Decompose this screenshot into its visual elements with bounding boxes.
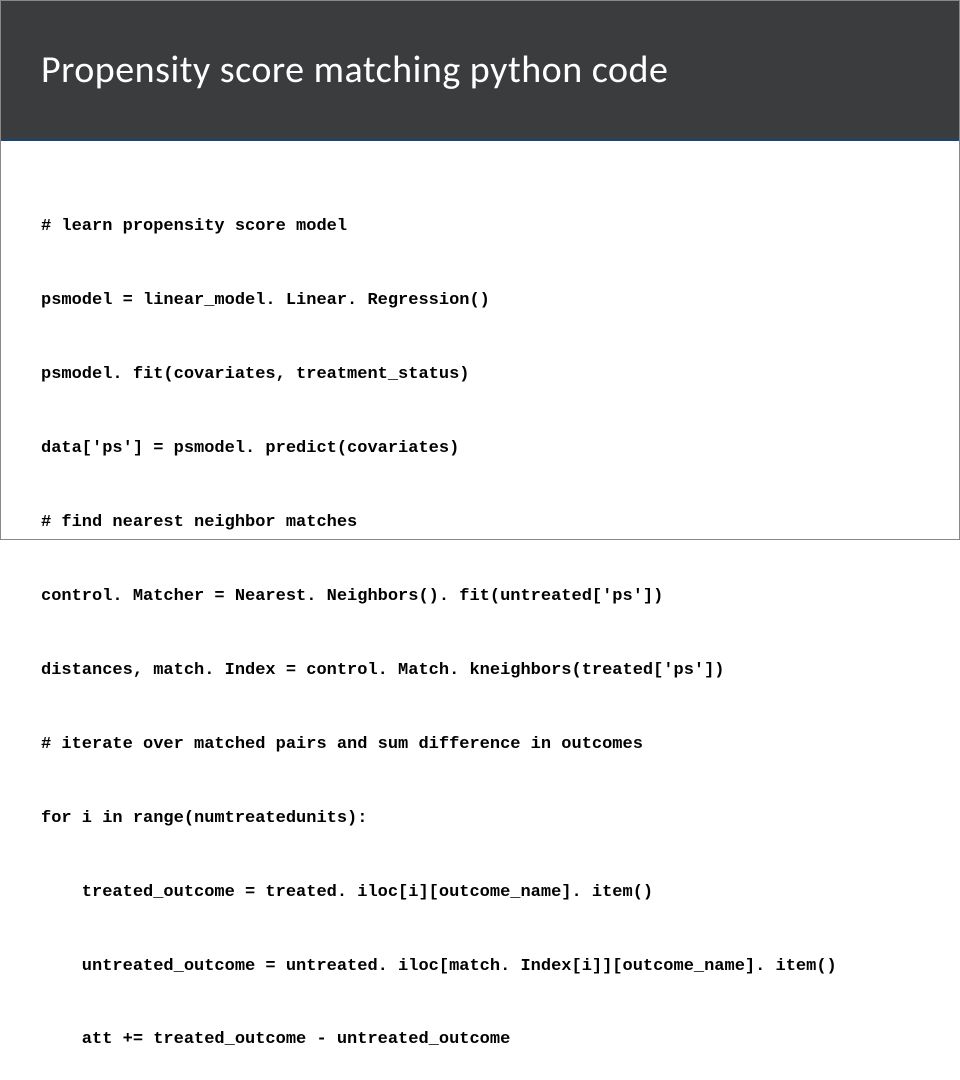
code-line: # learn propensity score model bbox=[41, 215, 919, 240]
slide-title: Propensity score matching python code bbox=[41, 47, 668, 93]
slide-content: # learn propensity score model psmodel =… bbox=[1, 141, 959, 1080]
code-line: untreated_outcome = untreated. iloc[matc… bbox=[41, 955, 919, 980]
code-line: control. Matcher = Nearest. Neighbors().… bbox=[41, 585, 919, 610]
code-line: psmodel = linear_model. Linear. Regressi… bbox=[41, 289, 919, 314]
code-line: treated_outcome = treated. iloc[i][outco… bbox=[41, 881, 919, 906]
code-line: distances, match. Index = control. Match… bbox=[41, 659, 919, 684]
code-line: psmodel. fit(covariates, treatment_statu… bbox=[41, 363, 919, 388]
code-line: for i in range(numtreatedunits): bbox=[41, 807, 919, 832]
code-line: # find nearest neighbor matches bbox=[41, 511, 919, 536]
code-line: att += treated_outcome - untreated_outco… bbox=[41, 1028, 919, 1053]
code-block: # learn propensity score model psmodel =… bbox=[41, 166, 919, 1080]
code-line: # iterate over matched pairs and sum dif… bbox=[41, 733, 919, 758]
code-line: data['ps'] = psmodel. predict(covariates… bbox=[41, 437, 919, 462]
slide-header: Propensity score matching python code bbox=[1, 1, 959, 141]
